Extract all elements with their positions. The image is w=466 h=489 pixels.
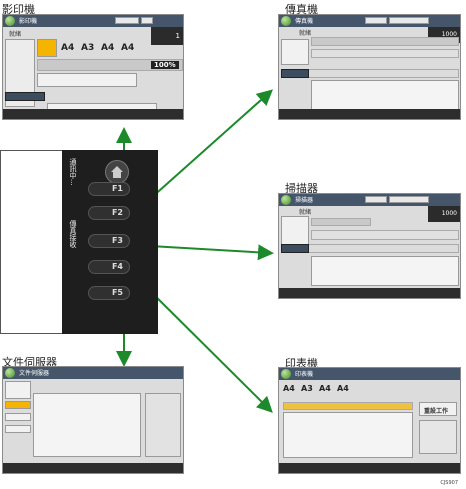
document-server-side-actions[interactable]	[145, 393, 181, 457]
fax-status: 就緒	[299, 30, 312, 37]
document-server-menu-1[interactable]	[5, 413, 31, 421]
printer-reset-label: 重設工作	[424, 408, 449, 415]
printer-screen: 印表機 A4 A3 A4 A4 重設工作	[278, 367, 461, 474]
scanner-title: 掃描器	[295, 197, 314, 204]
fax-receive-label: 傳真接收	[69, 220, 77, 248]
communicating-label: 通訊中...	[69, 158, 77, 186]
copier-statusbar	[3, 109, 183, 119]
scanner-top-button-1[interactable]	[365, 196, 387, 203]
document-server-screen: 文件伺服器	[2, 366, 184, 474]
fax-logo-icon	[281, 16, 291, 26]
printer-job-list	[283, 412, 413, 458]
document-server-logo-icon	[5, 368, 15, 378]
f4-key[interactable]: F4	[88, 260, 130, 274]
fax-screen: 傳真機 1000 就緒	[278, 14, 461, 120]
home-icon	[111, 166, 123, 178]
printer-tabs[interactable]	[283, 402, 413, 410]
printer-paper-2: A3	[301, 384, 313, 393]
fax-left-menu[interactable]	[281, 39, 309, 65]
copier-paper-1[interactable]: A4	[61, 43, 74, 53]
printer-title: 印表機	[295, 371, 314, 378]
fax-top-button-2[interactable]	[389, 17, 429, 24]
scanner-status: 就緒	[299, 209, 312, 216]
copier-nav-button[interactable]	[5, 92, 45, 101]
scanner-logo-icon	[281, 195, 291, 205]
copier-status: 就緒	[9, 31, 22, 38]
scanner-nav-button[interactable]	[281, 244, 309, 253]
scanner-tabs[interactable]	[311, 218, 371, 226]
copier-titlebar: 影印機	[3, 15, 183, 27]
copier-logo-icon	[5, 16, 15, 26]
copier-counter: 1	[175, 32, 180, 40]
copier-paper-4[interactable]: A4	[121, 43, 134, 53]
scanner-counter-box: 1000	[428, 206, 460, 222]
printer-side-actions[interactable]	[419, 420, 457, 454]
image-code: CJS907	[440, 480, 458, 486]
printer-paper-4: A4	[337, 384, 349, 393]
scanner-counter: 1000	[441, 210, 457, 217]
document-server-statusbar	[3, 463, 183, 473]
copier-auto-paper-button[interactable]	[37, 39, 57, 57]
copier-paper-2[interactable]: A3	[81, 43, 94, 53]
scanner-top-button-2[interactable]	[389, 196, 429, 203]
document-server-menu-2[interactable]	[5, 425, 31, 433]
printer-paper-3: A4	[319, 384, 331, 393]
control-panel: F1 F2 F3 F4 F5 通訊中... 傳真接收	[0, 150, 158, 334]
printer-statusbar	[279, 463, 460, 473]
fax-statusbar	[279, 109, 460, 119]
copier-top-button-2[interactable]	[141, 17, 153, 24]
scanner-destination-grid[interactable]	[311, 256, 459, 286]
copier-top-button-1[interactable]	[115, 17, 139, 24]
document-server-titlebar: 文件伺服器	[3, 367, 183, 379]
f5-key[interactable]: F5	[88, 286, 130, 300]
printer-titlebar: 印表機	[279, 368, 460, 380]
copier-ratio[interactable]: 100%	[151, 61, 179, 69]
scanner-statusbar	[279, 288, 460, 298]
document-server-icons[interactable]	[5, 381, 31, 399]
copier-title: 影印機	[19, 18, 38, 25]
printer-reset-button[interactable]: 重設工作	[419, 402, 457, 416]
document-server-selected-user[interactable]	[5, 401, 31, 409]
copier-counter-box: 1	[151, 27, 183, 45]
scanner-screen: 掃描器 1000 就緒	[278, 193, 461, 299]
fax-destination-grid[interactable]	[311, 80, 459, 110]
document-server-title: 文件伺服器	[19, 370, 50, 377]
fax-tabs[interactable]	[311, 37, 459, 46]
fax-title: 傳真機	[295, 18, 314, 25]
f2-key[interactable]: F2	[88, 206, 130, 220]
f3-key[interactable]: F3	[88, 234, 130, 248]
printer-logo-icon	[281, 369, 291, 379]
fax-titlebar: 傳真機	[279, 15, 460, 27]
printer-paper-1: A4	[283, 384, 295, 393]
copier-original-row[interactable]	[37, 73, 137, 87]
f1-key[interactable]: F1	[88, 182, 130, 196]
home-button[interactable]	[105, 160, 129, 184]
scanner-titlebar: 掃描器	[279, 194, 460, 206]
fax-settings-row[interactable]	[311, 49, 459, 58]
fax-top-button-1[interactable]	[365, 17, 387, 24]
copier-paper-3[interactable]: A4	[101, 43, 114, 53]
copier-screen: 影印機 1 就緒 A4 A3 A4 A4 100%	[2, 14, 184, 120]
fax-nav-button[interactable]	[281, 69, 309, 78]
scanner-settings-row[interactable]	[311, 230, 459, 240]
document-server-file-list[interactable]	[33, 393, 141, 457]
